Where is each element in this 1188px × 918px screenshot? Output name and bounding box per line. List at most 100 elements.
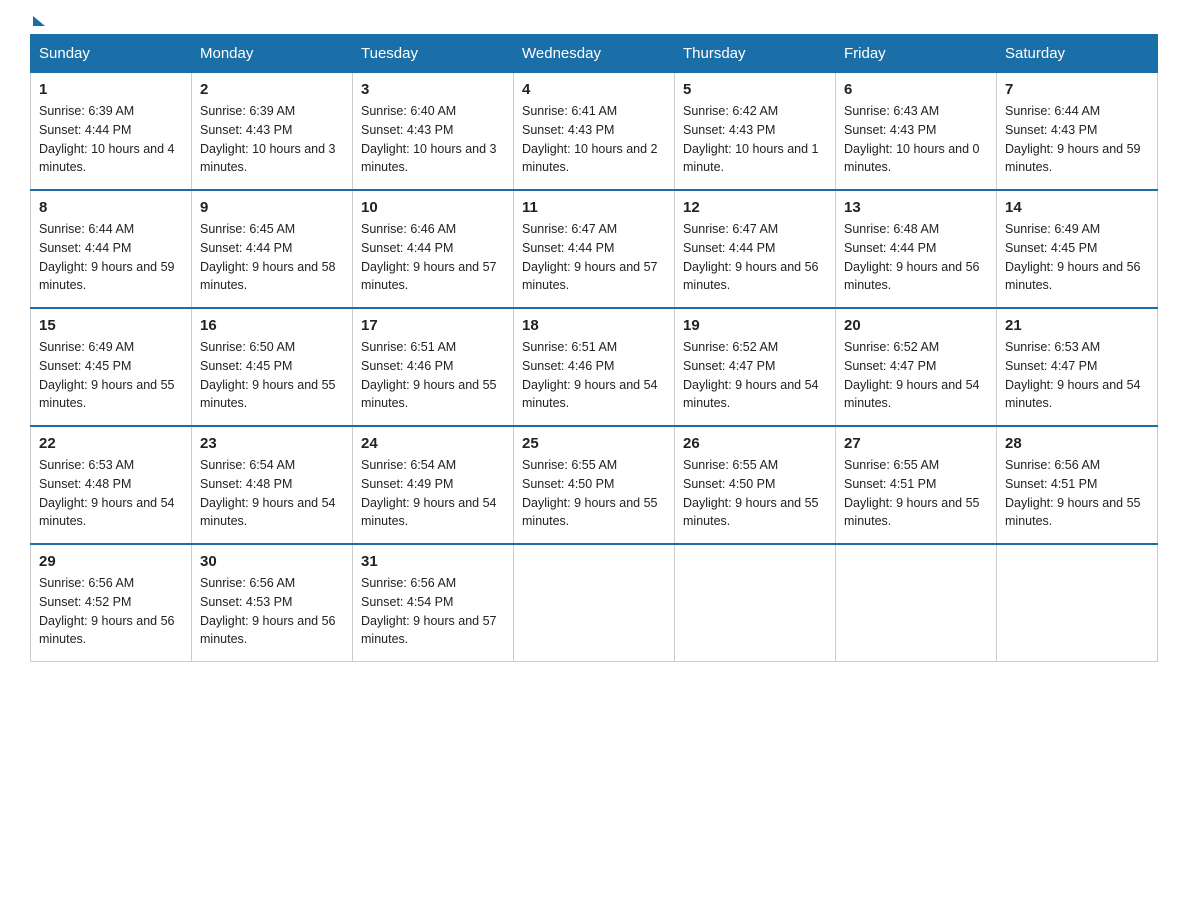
calendar-cell: 31 Sunrise: 6:56 AM Sunset: 4:54 PM Dayl…	[353, 544, 514, 662]
day-number: 30	[200, 553, 344, 570]
day-info: Sunrise: 6:51 AM Sunset: 4:46 PM Dayligh…	[522, 338, 666, 413]
day-info: Sunrise: 6:43 AM Sunset: 4:43 PM Dayligh…	[844, 102, 988, 177]
day-number: 1	[39, 81, 183, 98]
calendar-cell: 11 Sunrise: 6:47 AM Sunset: 4:44 PM Dayl…	[514, 190, 675, 308]
calendar-cell: 18 Sunrise: 6:51 AM Sunset: 4:46 PM Dayl…	[514, 308, 675, 426]
calendar-cell: 23 Sunrise: 6:54 AM Sunset: 4:48 PM Dayl…	[192, 426, 353, 544]
day-number: 24	[361, 435, 505, 452]
day-number: 21	[1005, 317, 1149, 334]
day-number: 25	[522, 435, 666, 452]
day-number: 15	[39, 317, 183, 334]
day-info: Sunrise: 6:46 AM Sunset: 4:44 PM Dayligh…	[361, 220, 505, 295]
calendar-header-row: SundayMondayTuesdayWednesdayThursdayFrid…	[31, 35, 1158, 73]
calendar-cell: 4 Sunrise: 6:41 AM Sunset: 4:43 PM Dayli…	[514, 73, 675, 191]
calendar-cell	[836, 544, 997, 662]
day-number: 18	[522, 317, 666, 334]
calendar-cell: 2 Sunrise: 6:39 AM Sunset: 4:43 PM Dayli…	[192, 73, 353, 191]
col-header-wednesday: Wednesday	[514, 35, 675, 73]
day-info: Sunrise: 6:48 AM Sunset: 4:44 PM Dayligh…	[844, 220, 988, 295]
calendar-cell: 24 Sunrise: 6:54 AM Sunset: 4:49 PM Dayl…	[353, 426, 514, 544]
day-info: Sunrise: 6:51 AM Sunset: 4:46 PM Dayligh…	[361, 338, 505, 413]
day-number: 8	[39, 199, 183, 216]
day-info: Sunrise: 6:44 AM Sunset: 4:43 PM Dayligh…	[1005, 102, 1149, 177]
day-number: 17	[361, 317, 505, 334]
calendar-cell: 7 Sunrise: 6:44 AM Sunset: 4:43 PM Dayli…	[997, 73, 1158, 191]
calendar-week-row: 8 Sunrise: 6:44 AM Sunset: 4:44 PM Dayli…	[31, 190, 1158, 308]
day-number: 2	[200, 81, 344, 98]
day-info: Sunrise: 6:39 AM Sunset: 4:43 PM Dayligh…	[200, 102, 344, 177]
day-number: 6	[844, 81, 988, 98]
day-number: 4	[522, 81, 666, 98]
day-number: 28	[1005, 435, 1149, 452]
col-header-sunday: Sunday	[31, 35, 192, 73]
day-number: 19	[683, 317, 827, 334]
day-info: Sunrise: 6:55 AM Sunset: 4:51 PM Dayligh…	[844, 456, 988, 531]
calendar-cell: 17 Sunrise: 6:51 AM Sunset: 4:46 PM Dayl…	[353, 308, 514, 426]
day-info: Sunrise: 6:50 AM Sunset: 4:45 PM Dayligh…	[200, 338, 344, 413]
day-info: Sunrise: 6:53 AM Sunset: 4:48 PM Dayligh…	[39, 456, 183, 531]
day-number: 29	[39, 553, 183, 570]
day-number: 14	[1005, 199, 1149, 216]
day-number: 10	[361, 199, 505, 216]
calendar-cell: 1 Sunrise: 6:39 AM Sunset: 4:44 PM Dayli…	[31, 73, 192, 191]
calendar-cell: 16 Sunrise: 6:50 AM Sunset: 4:45 PM Dayl…	[192, 308, 353, 426]
day-info: Sunrise: 6:42 AM Sunset: 4:43 PM Dayligh…	[683, 102, 827, 177]
day-info: Sunrise: 6:56 AM Sunset: 4:54 PM Dayligh…	[361, 574, 505, 649]
col-header-saturday: Saturday	[997, 35, 1158, 73]
day-number: 20	[844, 317, 988, 334]
calendar-week-row: 29 Sunrise: 6:56 AM Sunset: 4:52 PM Dayl…	[31, 544, 1158, 662]
day-info: Sunrise: 6:56 AM Sunset: 4:53 PM Dayligh…	[200, 574, 344, 649]
day-number: 31	[361, 553, 505, 570]
calendar-cell: 25 Sunrise: 6:55 AM Sunset: 4:50 PM Dayl…	[514, 426, 675, 544]
day-number: 5	[683, 81, 827, 98]
calendar-cell: 3 Sunrise: 6:40 AM Sunset: 4:43 PM Dayli…	[353, 73, 514, 191]
day-info: Sunrise: 6:47 AM Sunset: 4:44 PM Dayligh…	[522, 220, 666, 295]
calendar-week-row: 22 Sunrise: 6:53 AM Sunset: 4:48 PM Dayl…	[31, 426, 1158, 544]
calendar-cell: 9 Sunrise: 6:45 AM Sunset: 4:44 PM Dayli…	[192, 190, 353, 308]
calendar-cell: 14 Sunrise: 6:49 AM Sunset: 4:45 PM Dayl…	[997, 190, 1158, 308]
day-info: Sunrise: 6:56 AM Sunset: 4:51 PM Dayligh…	[1005, 456, 1149, 531]
calendar-cell: 22 Sunrise: 6:53 AM Sunset: 4:48 PM Dayl…	[31, 426, 192, 544]
calendar-cell: 19 Sunrise: 6:52 AM Sunset: 4:47 PM Dayl…	[675, 308, 836, 426]
day-number: 12	[683, 199, 827, 216]
calendar-cell: 21 Sunrise: 6:53 AM Sunset: 4:47 PM Dayl…	[997, 308, 1158, 426]
day-number: 26	[683, 435, 827, 452]
day-info: Sunrise: 6:54 AM Sunset: 4:48 PM Dayligh…	[200, 456, 344, 531]
calendar-table: SundayMondayTuesdayWednesdayThursdayFrid…	[30, 34, 1158, 662]
day-number: 16	[200, 317, 344, 334]
calendar-week-row: 1 Sunrise: 6:39 AM Sunset: 4:44 PM Dayli…	[31, 73, 1158, 191]
col-header-friday: Friday	[836, 35, 997, 73]
col-header-thursday: Thursday	[675, 35, 836, 73]
col-header-monday: Monday	[192, 35, 353, 73]
day-number: 27	[844, 435, 988, 452]
calendar-cell: 28 Sunrise: 6:56 AM Sunset: 4:51 PM Dayl…	[997, 426, 1158, 544]
day-number: 13	[844, 199, 988, 216]
day-info: Sunrise: 6:39 AM Sunset: 4:44 PM Dayligh…	[39, 102, 183, 177]
calendar-cell: 15 Sunrise: 6:49 AM Sunset: 4:45 PM Dayl…	[31, 308, 192, 426]
day-info: Sunrise: 6:56 AM Sunset: 4:52 PM Dayligh…	[39, 574, 183, 649]
day-info: Sunrise: 6:53 AM Sunset: 4:47 PM Dayligh…	[1005, 338, 1149, 413]
calendar-cell: 29 Sunrise: 6:56 AM Sunset: 4:52 PM Dayl…	[31, 544, 192, 662]
day-info: Sunrise: 6:49 AM Sunset: 4:45 PM Dayligh…	[1005, 220, 1149, 295]
day-info: Sunrise: 6:54 AM Sunset: 4:49 PM Dayligh…	[361, 456, 505, 531]
calendar-cell	[675, 544, 836, 662]
calendar-cell: 10 Sunrise: 6:46 AM Sunset: 4:44 PM Dayl…	[353, 190, 514, 308]
calendar-cell: 30 Sunrise: 6:56 AM Sunset: 4:53 PM Dayl…	[192, 544, 353, 662]
day-number: 9	[200, 199, 344, 216]
calendar-cell: 5 Sunrise: 6:42 AM Sunset: 4:43 PM Dayli…	[675, 73, 836, 191]
calendar-cell: 26 Sunrise: 6:55 AM Sunset: 4:50 PM Dayl…	[675, 426, 836, 544]
day-number: 7	[1005, 81, 1149, 98]
day-info: Sunrise: 6:41 AM Sunset: 4:43 PM Dayligh…	[522, 102, 666, 177]
day-number: 22	[39, 435, 183, 452]
calendar-cell	[997, 544, 1158, 662]
day-info: Sunrise: 6:52 AM Sunset: 4:47 PM Dayligh…	[844, 338, 988, 413]
calendar-cell: 8 Sunrise: 6:44 AM Sunset: 4:44 PM Dayli…	[31, 190, 192, 308]
calendar-cell: 20 Sunrise: 6:52 AM Sunset: 4:47 PM Dayl…	[836, 308, 997, 426]
calendar-cell: 13 Sunrise: 6:48 AM Sunset: 4:44 PM Dayl…	[836, 190, 997, 308]
day-info: Sunrise: 6:55 AM Sunset: 4:50 PM Dayligh…	[683, 456, 827, 531]
day-number: 3	[361, 81, 505, 98]
calendar-cell	[514, 544, 675, 662]
day-info: Sunrise: 6:47 AM Sunset: 4:44 PM Dayligh…	[683, 220, 827, 295]
day-info: Sunrise: 6:55 AM Sunset: 4:50 PM Dayligh…	[522, 456, 666, 531]
col-header-tuesday: Tuesday	[353, 35, 514, 73]
